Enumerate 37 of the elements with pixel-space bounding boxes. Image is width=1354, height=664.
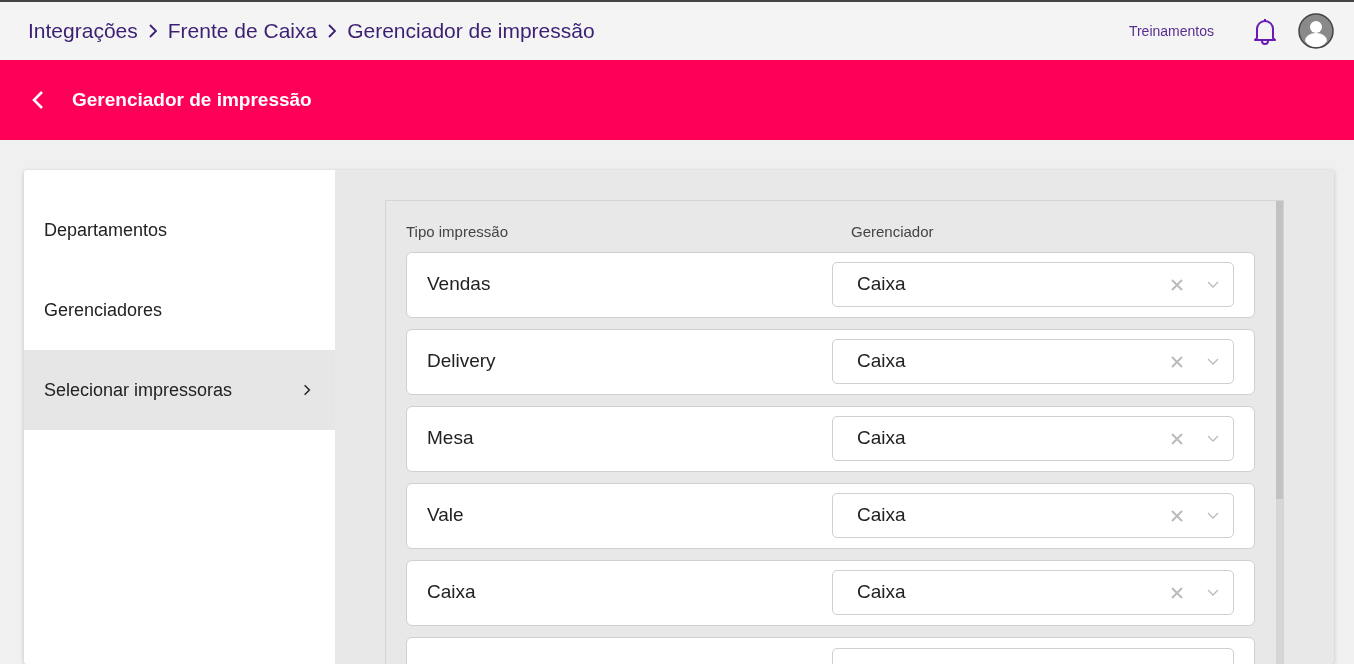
table-cell-text: Delivery	[427, 349, 496, 374]
clear-icon[interactable]	[1171, 278, 1183, 291]
select-field[interactable]: Caixa	[832, 416, 1234, 461]
breadcrumb-link[interactable]: Frente de Caixa	[167, 15, 318, 47]
dropdown-caret-icon[interactable]	[1207, 280, 1219, 289]
dropdown-caret-icon[interactable]	[1207, 357, 1219, 366]
select-field[interactable]: Caixa	[832, 570, 1234, 615]
clear-icon[interactable]	[1171, 586, 1183, 599]
chevron-right-icon	[327, 24, 338, 38]
table-cell-text: Vale	[427, 503, 464, 528]
training-link[interactable]: Treinamentos	[1128, 20, 1214, 42]
table-cell-text: Mesa	[427, 426, 474, 451]
select-field[interactable]: Caixa	[832, 493, 1234, 538]
clear-icon[interactable]	[1171, 509, 1183, 522]
clear-icon[interactable]	[1171, 355, 1183, 368]
dropdown-caret-icon[interactable]	[1207, 588, 1219, 597]
back-icon[interactable]	[32, 90, 44, 110]
table-cell-text: Caixa	[427, 580, 476, 605]
chevron-right-icon	[147, 24, 158, 38]
avatar-icon[interactable]	[1298, 13, 1334, 49]
breadcrumb-link[interactable]: Gerenciador de impressão	[347, 15, 595, 47]
sidebar-item[interactable]: Gerenciadores	[24, 270, 335, 350]
select-field[interactable]: Caixa	[832, 339, 1234, 384]
table-cell-text: Vendas	[427, 272, 491, 297]
sidebar-item[interactable]: Selecionar impressoras	[24, 350, 335, 430]
sidebar-item[interactable]: Departamentos	[24, 190, 335, 270]
breadcrumb-link[interactable]: Integrações	[28, 15, 138, 47]
scrollbar[interactable]	[1276, 201, 1283, 664]
column-header: Tipo impressão	[406, 222, 509, 242]
chevron-right-icon	[303, 383, 311, 397]
dropdown-caret-icon[interactable]	[1207, 434, 1219, 443]
column-header: Gerenciador	[851, 222, 934, 242]
notification-bell-icon[interactable]	[1252, 17, 1278, 45]
page-title: Gerenciador de impressão	[72, 88, 312, 112]
dropdown-caret-icon[interactable]	[1207, 511, 1219, 520]
select-field[interactable]: Caixa	[832, 262, 1234, 307]
clear-icon[interactable]	[1171, 432, 1183, 445]
